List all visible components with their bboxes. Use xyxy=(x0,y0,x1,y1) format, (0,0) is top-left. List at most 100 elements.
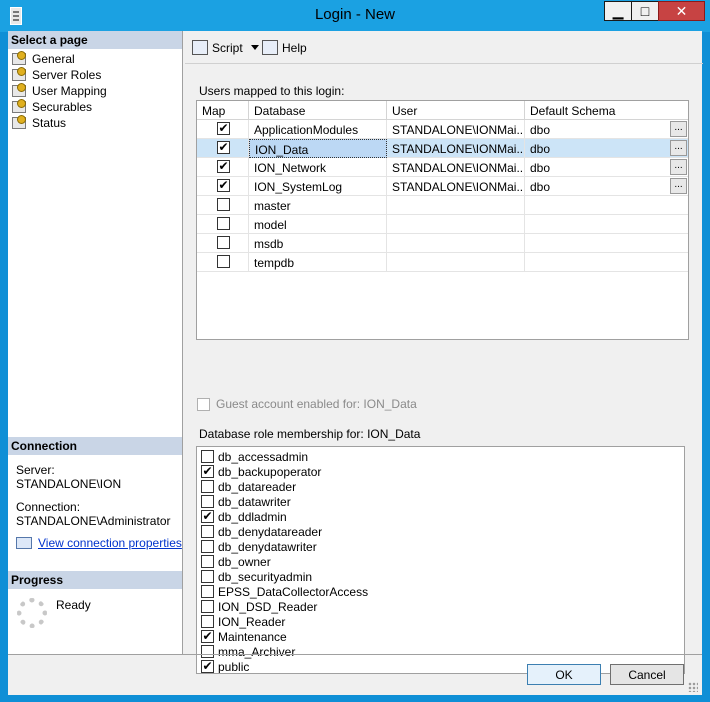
table-row[interactable]: master xyxy=(197,196,688,215)
database-cell[interactable]: model xyxy=(249,215,387,234)
list-item[interactable]: db_owner xyxy=(201,554,271,569)
database-cell[interactable]: ION_SystemLog xyxy=(249,177,387,196)
col-map[interactable]: Map xyxy=(197,101,249,120)
map-cell[interactable]: ✔ xyxy=(197,139,249,158)
col-user[interactable]: User xyxy=(387,101,525,120)
col-default-schema[interactable]: Default Schema xyxy=(525,101,688,120)
map-checkbox[interactable] xyxy=(217,255,230,268)
user-cell[interactable]: STANDALONE\IONMai... xyxy=(387,158,525,177)
schema-cell[interactable]: dbo... xyxy=(525,177,688,196)
col-database[interactable]: Database xyxy=(249,101,387,120)
user-cell[interactable]: STANDALONE\IONMai... xyxy=(387,139,525,158)
chevron-down-icon[interactable] xyxy=(250,45,259,50)
schema-cell[interactable]: dbo... xyxy=(525,120,688,139)
schema-browse-button[interactable]: ... xyxy=(670,140,687,156)
table-row[interactable]: ✔ ION_Data STANDALONE\IONMai... dbo... xyxy=(197,139,688,158)
role-checkbox[interactable] xyxy=(201,555,214,568)
database-cell[interactable]: ION_Network xyxy=(249,158,387,177)
guest-account-row[interactable]: Guest account enabled for: ION_Data xyxy=(197,397,417,411)
schema-browse-button[interactable]: ... xyxy=(670,159,687,175)
table-row[interactable]: model xyxy=(197,215,688,234)
role-checkbox[interactable] xyxy=(201,450,214,463)
minimize-button[interactable]: ▁ xyxy=(604,1,632,21)
map-cell[interactable]: ✔ xyxy=(197,177,249,196)
map-checkbox[interactable]: ✔ xyxy=(217,122,230,135)
role-checkbox[interactable] xyxy=(201,480,214,493)
database-cell[interactable]: tempdb xyxy=(249,253,387,272)
table-row[interactable]: tempdb xyxy=(197,253,688,272)
schema-cell[interactable] xyxy=(525,215,688,234)
database-cell[interactable]: master xyxy=(249,196,387,215)
list-item[interactable]: ✔ db_ddladmin xyxy=(201,509,287,524)
map-checkbox[interactable]: ✔ xyxy=(217,141,230,154)
map-cell[interactable] xyxy=(197,215,249,234)
role-checkbox[interactable] xyxy=(201,525,214,538)
map-checkbox[interactable]: ✔ xyxy=(217,179,230,192)
user-cell[interactable] xyxy=(387,234,525,253)
view-connection-row[interactable]: View connection properties xyxy=(16,536,182,550)
list-item[interactable]: db_securityadmin xyxy=(201,569,312,584)
page-item[interactable]: Status xyxy=(12,115,107,131)
map-cell[interactable]: ✔ xyxy=(197,120,249,139)
table-row[interactable]: ✔ ION_SystemLog STANDALONE\IONMai... dbo... xyxy=(197,177,688,196)
database-cell[interactable]: ApplicationModules xyxy=(249,120,387,139)
close-button[interactable]: ✕ xyxy=(658,1,705,21)
script-button[interactable]: Script xyxy=(192,40,259,55)
role-checkbox[interactable] xyxy=(201,645,214,658)
list-item[interactable]: db_datareader xyxy=(201,479,296,494)
list-item[interactable]: db_denydatawriter xyxy=(201,539,317,554)
role-checkbox[interactable]: ✔ xyxy=(201,630,214,643)
schema-cell[interactable] xyxy=(525,234,688,253)
role-checkbox[interactable] xyxy=(201,600,214,613)
role-checkbox[interactable] xyxy=(201,615,214,628)
user-cell[interactable] xyxy=(387,215,525,234)
map-checkbox[interactable]: ✔ xyxy=(217,160,230,173)
role-checkbox[interactable]: ✔ xyxy=(201,465,214,478)
list-item[interactable]: ION_DSD_Reader xyxy=(201,599,317,614)
users-grid[interactable]: Map Database User Default Schema ✔ Applic… xyxy=(196,100,689,340)
list-item[interactable]: db_denydatareader xyxy=(201,524,322,539)
page-item[interactable]: User Mapping xyxy=(12,83,107,99)
guest-account-checkbox[interactable] xyxy=(197,397,210,411)
database-cell[interactable]: ION_Data xyxy=(249,139,387,158)
table-row[interactable]: ✔ ION_Network STANDALONE\IONMai... dbo... xyxy=(197,158,688,177)
help-button[interactable]: Help xyxy=(262,40,307,55)
role-checkbox[interactable] xyxy=(201,570,214,583)
list-item[interactable]: ✔ db_backupoperator xyxy=(201,464,321,479)
list-item[interactable]: ✔ public xyxy=(201,659,249,673)
schema-cell[interactable] xyxy=(525,196,688,215)
list-item[interactable]: ION_Reader xyxy=(201,614,285,629)
role-checkbox[interactable] xyxy=(201,540,214,553)
user-cell[interactable]: STANDALONE\IONMai... xyxy=(387,120,525,139)
schema-browse-button[interactable]: ... xyxy=(670,178,687,194)
maximize-button[interactable]: □ xyxy=(631,1,659,21)
title-bar[interactable]: Login - New ▁ □ ✕ xyxy=(0,0,710,32)
role-checkbox[interactable]: ✔ xyxy=(201,510,214,523)
schema-cell[interactable] xyxy=(525,253,688,272)
user-cell[interactable] xyxy=(387,253,525,272)
cancel-button[interactable]: Cancel xyxy=(610,664,684,685)
role-checkbox[interactable]: ✔ xyxy=(201,660,214,673)
schema-cell[interactable]: dbo... xyxy=(525,158,688,177)
table-row[interactable]: msdb xyxy=(197,234,688,253)
database-cell[interactable]: msdb xyxy=(249,234,387,253)
table-row[interactable]: ✔ ApplicationModules STANDALONE\IONMai... d… xyxy=(197,120,688,139)
map-cell[interactable] xyxy=(197,234,249,253)
map-checkbox[interactable] xyxy=(217,198,230,211)
ok-button[interactable]: OK xyxy=(527,664,601,685)
user-cell[interactable]: STANDALONE\IONMai... xyxy=(387,177,525,196)
map-cell[interactable]: ✔ xyxy=(197,158,249,177)
map-cell[interactable] xyxy=(197,196,249,215)
schema-cell[interactable]: dbo... xyxy=(525,139,688,158)
map-checkbox[interactable] xyxy=(217,236,230,249)
map-checkbox[interactable] xyxy=(217,217,230,230)
list-item[interactable]: EPSS_DataCollectorAccess xyxy=(201,584,368,599)
schema-browse-button[interactable]: ... xyxy=(670,121,687,137)
user-cell[interactable] xyxy=(387,196,525,215)
page-item[interactable]: Server Roles xyxy=(12,67,107,83)
page-item[interactable]: General xyxy=(12,51,107,67)
list-item[interactable]: db_accessadmin xyxy=(201,449,308,464)
role-membership-list[interactable]: db_accessadmin ✔ db_backupoperator db_datar… xyxy=(196,446,685,674)
list-item[interactable]: ✔ Maintenance xyxy=(201,629,287,644)
page-item[interactable]: Securables xyxy=(12,99,107,115)
